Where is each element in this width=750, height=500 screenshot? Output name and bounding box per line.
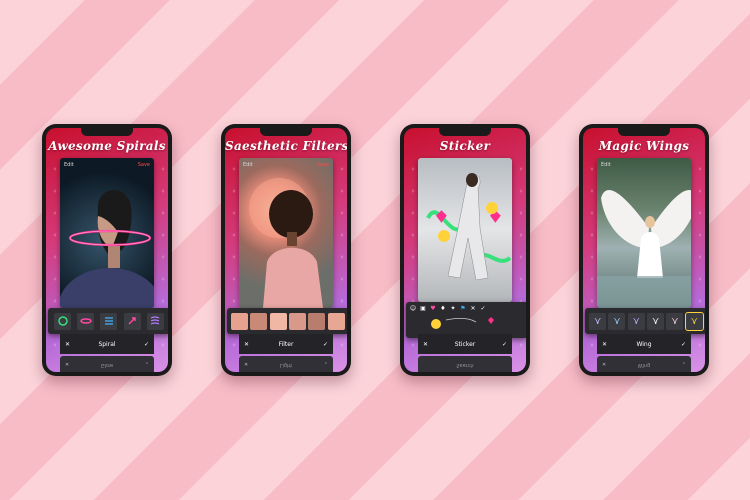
phone-notch	[439, 128, 491, 136]
check-icon[interactable]: ✓	[323, 341, 328, 348]
sticker-tabs: ☺ ▣ ♥ ♦ ✦ ⚑ ✕ ✓	[406, 302, 526, 314]
wing-style-4-icon[interactable]: ⋎	[647, 312, 665, 330]
tool-label: Sticker	[454, 340, 476, 348]
filter-thumb-2[interactable]	[250, 312, 268, 330]
sparkle-tab-icon[interactable]: ✦	[449, 304, 457, 312]
sticker-panel: ☺ ▣ ♥ ♦ ✦ ⚑ ✕ ✓	[406, 302, 526, 338]
tool-label: Wing	[636, 340, 652, 348]
heart-tab-icon[interactable]: ♥	[429, 304, 437, 312]
check-icon[interactable]: ✓	[502, 341, 507, 348]
secondary-label: Wing	[637, 362, 651, 368]
filter-thumb-1[interactable]	[231, 312, 249, 330]
spiral-toolbar	[48, 308, 168, 334]
save-button[interactable]: Save	[317, 162, 329, 168]
editor-topbar: Edit Save	[60, 158, 154, 172]
wing-style-3-icon[interactable]: ⋎	[627, 312, 645, 330]
phone-screen: Sticker ☺ ▣ ♥ ♦ ✦ ⚑ ✕ ✓ ✕ Sticker ✓ Sear…	[404, 128, 526, 372]
phone-notch	[260, 128, 312, 136]
wing-toolbar: ⋎ ⋎ ⋎ ⋎ ⋎ ⋎	[585, 308, 705, 334]
tool-bar: ✕ Filter ✓	[239, 334, 333, 354]
photo-tab-icon[interactable]: ▣	[419, 304, 427, 312]
close-tab-icon[interactable]: ✕	[469, 304, 477, 312]
phone-title: Awesome Spirals	[48, 139, 166, 153]
wing-style-6-icon[interactable]: ⋎	[684, 311, 704, 331]
chevron-up-icon[interactable]: ⌃	[682, 362, 686, 368]
phone-notch	[81, 128, 133, 136]
ring-pink-icon[interactable]	[77, 312, 95, 330]
angel-photo	[597, 189, 691, 308]
wing-style-2-icon[interactable]: ⋎	[608, 312, 626, 330]
phone-filters: Saesthetic Filters Edit Save ✕ Filter ✓ …	[221, 124, 351, 376]
phone-title: Sticker	[439, 139, 491, 153]
woman-photo	[249, 178, 323, 308]
photo-canvas[interactable]: Edit	[597, 158, 691, 308]
tool-bar: ✕ Spiral ✓	[60, 334, 154, 354]
flag-tab-icon[interactable]: ⚑	[459, 304, 467, 312]
smiley-tab-icon[interactable]: ☺	[409, 304, 417, 312]
phone-title: Saesthetic Filters	[225, 139, 347, 153]
filter-thumb-5[interactable]	[308, 312, 326, 330]
edit-button[interactable]: Edit	[64, 162, 74, 168]
chevron-up-icon[interactable]: ⌃	[324, 362, 328, 368]
photo-canvas[interactable]: Edit Save	[60, 158, 154, 308]
phone-wings: Magic Wings Edit ⋎ ⋎ ⋎ ⋎ ⋎ ⋎ ✕ Wing ✓ ✕ …	[579, 124, 709, 376]
phone-spirals: Awesome Spirals Edit Save ✕ Spiral ✓ ✕ G…	[42, 124, 172, 376]
secondary-bar: Search	[418, 356, 512, 372]
secondary-label: Search	[456, 362, 474, 368]
wing-style-5-icon[interactable]: ⋎	[666, 312, 684, 330]
portrait-photo	[60, 189, 154, 308]
filter-thumbnails	[227, 308, 347, 334]
wing-style-1-icon[interactable]: ⋎	[589, 312, 607, 330]
coil-blue-icon[interactable]	[100, 312, 118, 330]
filter-thumb-6[interactable]	[327, 312, 345, 330]
coil-purple-icon[interactable]	[146, 312, 164, 330]
filter-thumb-3[interactable]	[269, 312, 287, 330]
secondary-bar: ✕ Wing ⌃	[597, 356, 691, 372]
secondary-label: Glow	[100, 362, 114, 368]
photo-canvas[interactable]	[418, 158, 512, 302]
ring-green-icon[interactable]	[54, 312, 72, 330]
edit-button[interactable]: Edit	[601, 162, 611, 168]
phone-screen: Saesthetic Filters Edit Save ✕ Filter ✓ …	[225, 128, 347, 372]
arrow-pink-icon[interactable]	[123, 312, 141, 330]
phone-title: Magic Wings	[598, 139, 690, 153]
tool-label: Filter	[278, 340, 294, 348]
phone-sticker: Sticker ☺ ▣ ♥ ♦ ✦ ⚑ ✕ ✓ ✕ Sticker ✓ Sear…	[400, 124, 530, 376]
filter-thumb-4[interactable]	[289, 312, 307, 330]
check-icon[interactable]: ✓	[681, 341, 686, 348]
editor-topbar: Edit	[597, 158, 691, 172]
dancer-photo	[426, 173, 512, 281]
tool-label: Spiral	[98, 340, 116, 348]
edit-button[interactable]: Edit	[243, 162, 253, 168]
check-icon[interactable]: ✓	[144, 341, 149, 348]
phone-screen: Magic Wings Edit ⋎ ⋎ ⋎ ⋎ ⋎ ⋎ ✕ Wing ✓ ✕ …	[583, 128, 705, 372]
check-tab-icon[interactable]: ✓	[479, 304, 487, 312]
sticker-row[interactable]	[406, 314, 526, 334]
tool-bar: ✕ Sticker ✓	[418, 334, 512, 354]
photo-canvas[interactable]: Edit Save	[239, 158, 333, 308]
tool-bar: ✕ Wing ✓	[597, 334, 691, 354]
phone-screen: Awesome Spirals Edit Save ✕ Spiral ✓ ✕ G…	[46, 128, 168, 372]
save-button[interactable]: Save	[138, 162, 150, 168]
chevron-up-icon[interactable]: ⌃	[145, 362, 149, 368]
secondary-label: Light	[279, 362, 293, 368]
bookmark-tab-icon[interactable]: ♦	[439, 304, 447, 312]
editor-topbar: Edit Save	[239, 158, 333, 172]
secondary-bar: ✕ Light ⌃	[239, 356, 333, 372]
phone-notch	[618, 128, 670, 136]
secondary-bar: ✕ Glow ⌃	[60, 356, 154, 372]
